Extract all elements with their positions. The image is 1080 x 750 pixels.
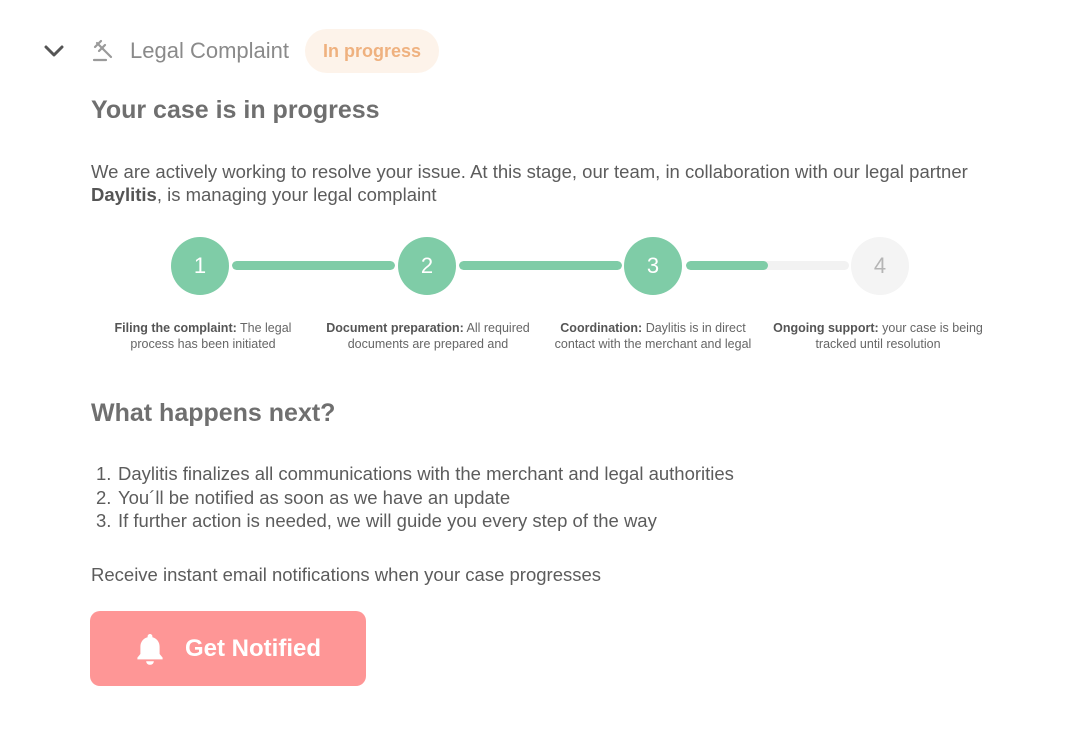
next-steps-list: 1. Daylitis finalizes all communications … — [96, 462, 734, 533]
progress-stepper: 1 2 3 4 — [0, 236, 1080, 296]
bell-icon — [135, 632, 165, 666]
step-connector-3-4 — [686, 261, 849, 270]
list-item: 3. If further action is needed, we will g… — [96, 510, 657, 531]
get-notified-label: Get Notified — [185, 634, 321, 662]
step-2-circle: 2 — [398, 237, 456, 295]
step-connector-1-2 — [232, 261, 395, 270]
section-title: Legal Complaint — [130, 38, 289, 63]
section-header[interactable]: Legal Complaint In progress — [40, 28, 440, 74]
list-item: 1. Daylitis finalizes all communications … — [96, 463, 734, 484]
page-title: Your case is in progress — [91, 96, 380, 124]
step-4-label: Ongoing support: your case is being trac… — [773, 321, 983, 351]
status-badge: In progress — [304, 29, 440, 73]
notify-description: Receive instant email notifications when… — [91, 564, 602, 585]
partner-name: Daylitis — [91, 184, 157, 205]
step-connector-2-3 — [459, 261, 622, 270]
chevron-down-icon[interactable] — [40, 37, 68, 65]
step-4-circle: 4 — [851, 237, 909, 295]
step-1-label: Filing the complaint: The legal process … — [114, 321, 292, 351]
get-notified-button[interactable]: Get Notified — [90, 611, 366, 686]
legal-complaint-card: Legal Complaint In progress Your case is… — [0, 0, 1080, 750]
next-steps-heading: What happens next? — [91, 399, 336, 427]
step-3-label: Coordination: Daylitis is in direct cont… — [554, 321, 752, 351]
step-1-circle: 1 — [171, 237, 229, 295]
intro-text: We are actively working to resolve your … — [91, 161, 968, 205]
step-3-circle: 3 — [624, 237, 682, 295]
list-item: 2. You´ll be notified as soon as we have … — [96, 486, 511, 508]
step-2-label: Document preparation: All required docum… — [326, 321, 530, 351]
gavel-icon — [90, 38, 116, 64]
